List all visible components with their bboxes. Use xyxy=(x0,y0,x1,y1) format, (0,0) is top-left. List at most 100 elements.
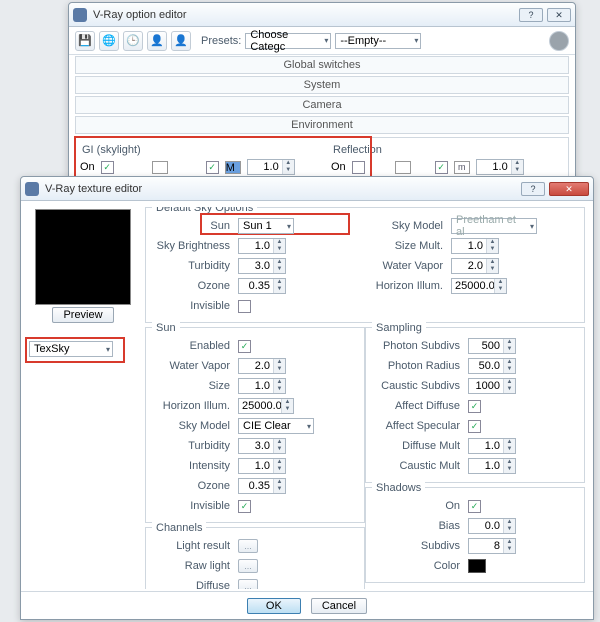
section-system[interactable]: System xyxy=(75,76,569,94)
gi-tex-swatch[interactable]: M xyxy=(225,161,241,174)
ds-sun-label: Sun xyxy=(152,220,238,232)
channels-group: Channels Light result… Raw light… Diffus… xyxy=(145,527,365,589)
reflection-title: Reflection xyxy=(333,144,564,156)
ds-horizon-spinner[interactable]: 25000.0▲▼ xyxy=(451,278,507,294)
sun-ozone-spinner[interactable]: 0.35▲▼ xyxy=(238,478,286,494)
sp-affect-diffuse-label: Affect Diffuse xyxy=(372,400,468,412)
sun-horizon-spinner[interactable]: 25000.0▲▼ xyxy=(238,398,294,414)
sp-photon-radius-spinner[interactable]: 50.0▲▼ xyxy=(468,358,516,374)
sp-photon-subdivs-spinner[interactable]: 500▲▼ xyxy=(468,338,516,354)
sp-caustic-subdivs-label: Caustic Subdivs xyxy=(372,380,468,392)
cancel-button[interactable]: Cancel xyxy=(311,598,367,614)
sh-bias-label: Bias xyxy=(372,520,468,532)
sp-affect-specular-checkbox[interactable]: ✓ xyxy=(468,420,481,433)
reflection-on-label: On xyxy=(331,161,346,173)
sp-affect-specular-label: Affect Specular xyxy=(372,420,468,432)
sun-intensity-label: Intensity xyxy=(152,460,238,472)
user-a-icon[interactable]: 👤 xyxy=(147,31,167,51)
sh-on-checkbox[interactable]: ✓ xyxy=(468,500,481,513)
sp-diffuse-mult-spinner[interactable]: 1.0▲▼ xyxy=(468,438,516,454)
preview-image xyxy=(35,209,131,305)
sun-turbidity-label: Turbidity xyxy=(152,440,238,452)
sh-color-swatch[interactable] xyxy=(468,559,486,573)
cancel-icon[interactable] xyxy=(549,31,569,51)
sun-skymodel-label: Sky Model xyxy=(152,420,238,432)
ds-sizemult-label: Size Mult. xyxy=(365,240,451,252)
reflection-on-checkbox[interactable] xyxy=(352,161,365,174)
reflection-mult-spinner[interactable]: 1.0▲▼ xyxy=(476,159,524,175)
gi-color-swatch[interactable] xyxy=(152,161,168,174)
ds-brightness-spinner[interactable]: 1.0▲▼ xyxy=(238,238,286,254)
gi-on-label: On xyxy=(80,161,95,173)
section-global[interactable]: Global switches xyxy=(75,56,569,74)
texture-window-title: V-Ray texture editor xyxy=(45,183,521,195)
clock-icon[interactable]: 🕒 xyxy=(123,31,143,51)
ch-light-result-btn[interactable]: … xyxy=(238,539,258,553)
sun-enabled-checkbox[interactable]: ✓ xyxy=(238,340,251,353)
ch-raw-light-btn[interactable]: … xyxy=(238,559,258,573)
presets-label: Presets: xyxy=(201,35,241,47)
gi-on-checkbox[interactable]: ✓ xyxy=(101,161,114,174)
sun-turbidity-spinner[interactable]: 3.0▲▼ xyxy=(238,438,286,454)
user-b-icon[interactable]: 👤 xyxy=(171,31,191,51)
ds-skymodel-select[interactable]: Preetham et al xyxy=(451,218,537,234)
sun-enabled-label: Enabled xyxy=(152,340,238,352)
sun-size-spinner[interactable]: 1.0▲▼ xyxy=(238,378,286,394)
section-environment[interactable]: Environment xyxy=(75,116,569,134)
sun-invisible-checkbox[interactable]: ✓ xyxy=(238,500,251,513)
sh-subdivs-spinner[interactable]: 8▲▼ xyxy=(468,538,516,554)
sun-watervapor-label: Water Vapor xyxy=(152,360,238,372)
sp-photon-radius-label: Photon Radius xyxy=(372,360,468,372)
sh-subdivs-label: Subdivs xyxy=(372,540,468,552)
help-button[interactable]: ? xyxy=(521,182,545,196)
reflection-cb2[interactable]: ✓ xyxy=(435,161,448,174)
ds-ozone-label: Ozone xyxy=(152,280,238,292)
shadows-title: Shadows xyxy=(372,482,425,494)
sun-intensity-spinner[interactable]: 1.0▲▼ xyxy=(238,458,286,474)
vray-texture-editor-window: V-Ray texture editor ? ✕ Preview TexSky … xyxy=(20,176,594,620)
sampling-title: Sampling xyxy=(372,322,426,334)
ch-diffuse-btn[interactable]: … xyxy=(238,579,258,589)
reflection-m[interactable]: m xyxy=(454,161,470,174)
option-titlebar[interactable]: V-Ray option editor ? ✕ xyxy=(69,3,575,27)
texture-type-select[interactable]: TexSky xyxy=(29,341,113,357)
ds-brightness-label: Sky Brightness xyxy=(152,240,238,252)
preset-category-select[interactable]: Choose Categc xyxy=(245,33,331,49)
save-icon[interactable]: 💾 xyxy=(75,31,95,51)
shadows-group: Shadows On✓ Bias0.0▲▼ Subdivs8▲▼ Color xyxy=(365,487,585,583)
channels-title: Channels xyxy=(152,522,206,534)
gi-mult-spinner[interactable]: 1.0▲▼ xyxy=(247,159,295,175)
ds-watervapor-spinner[interactable]: 2.0▲▼ xyxy=(451,258,499,274)
sp-caustic-mult-spinner[interactable]: 1.0▲▼ xyxy=(468,458,516,474)
reflection-color-swatch[interactable] xyxy=(395,161,411,174)
sp-caustic-subdivs-spinner[interactable]: 1000▲▼ xyxy=(468,378,516,394)
sp-caustic-mult-label: Caustic Mult xyxy=(372,460,468,472)
ds-sizemult-spinner[interactable]: 1.0▲▼ xyxy=(451,238,499,254)
sun-skymodel-select[interactable]: CIE Clear xyxy=(238,418,314,434)
help-button[interactable]: ? xyxy=(519,8,543,22)
section-camera[interactable]: Camera xyxy=(75,96,569,114)
ch-light-result-label: Light result xyxy=(152,540,238,552)
sun-watervapor-spinner[interactable]: 2.0▲▼ xyxy=(238,358,286,374)
preview-button[interactable]: Preview xyxy=(52,307,113,323)
gi-cb2[interactable]: ✓ xyxy=(206,161,219,174)
ds-invisible-checkbox[interactable] xyxy=(238,300,251,313)
sp-affect-diffuse-checkbox[interactable]: ✓ xyxy=(468,400,481,413)
sun-ozone-label: Ozone xyxy=(152,480,238,492)
sun-size-label: Size xyxy=(152,380,238,392)
ds-turbidity-spinner[interactable]: 3.0▲▼ xyxy=(238,258,286,274)
ok-button[interactable]: OK xyxy=(247,598,301,614)
sh-bias-spinner[interactable]: 0.0▲▼ xyxy=(468,518,516,534)
ch-raw-light-label: Raw light xyxy=(152,560,238,572)
preset-select[interactable]: --Empty-- xyxy=(335,33,421,49)
globe-icon[interactable]: 🌐 xyxy=(99,31,119,51)
gi-title: GI (skylight) xyxy=(82,144,313,156)
close-button[interactable]: ✕ xyxy=(547,8,571,22)
ds-horizon-label: Horizon Illum. xyxy=(365,280,451,292)
close-button[interactable]: ✕ xyxy=(549,182,589,196)
texture-titlebar[interactable]: V-Ray texture editor ? ✕ xyxy=(21,177,593,201)
app-icon xyxy=(25,182,39,196)
ds-ozone-spinner[interactable]: 0.35▲▼ xyxy=(238,278,286,294)
sampling-group: Sampling Photon Subdivs500▲▼ Photon Radi… xyxy=(365,327,585,483)
ds-sun-select[interactable]: Sun 1 xyxy=(238,218,294,234)
